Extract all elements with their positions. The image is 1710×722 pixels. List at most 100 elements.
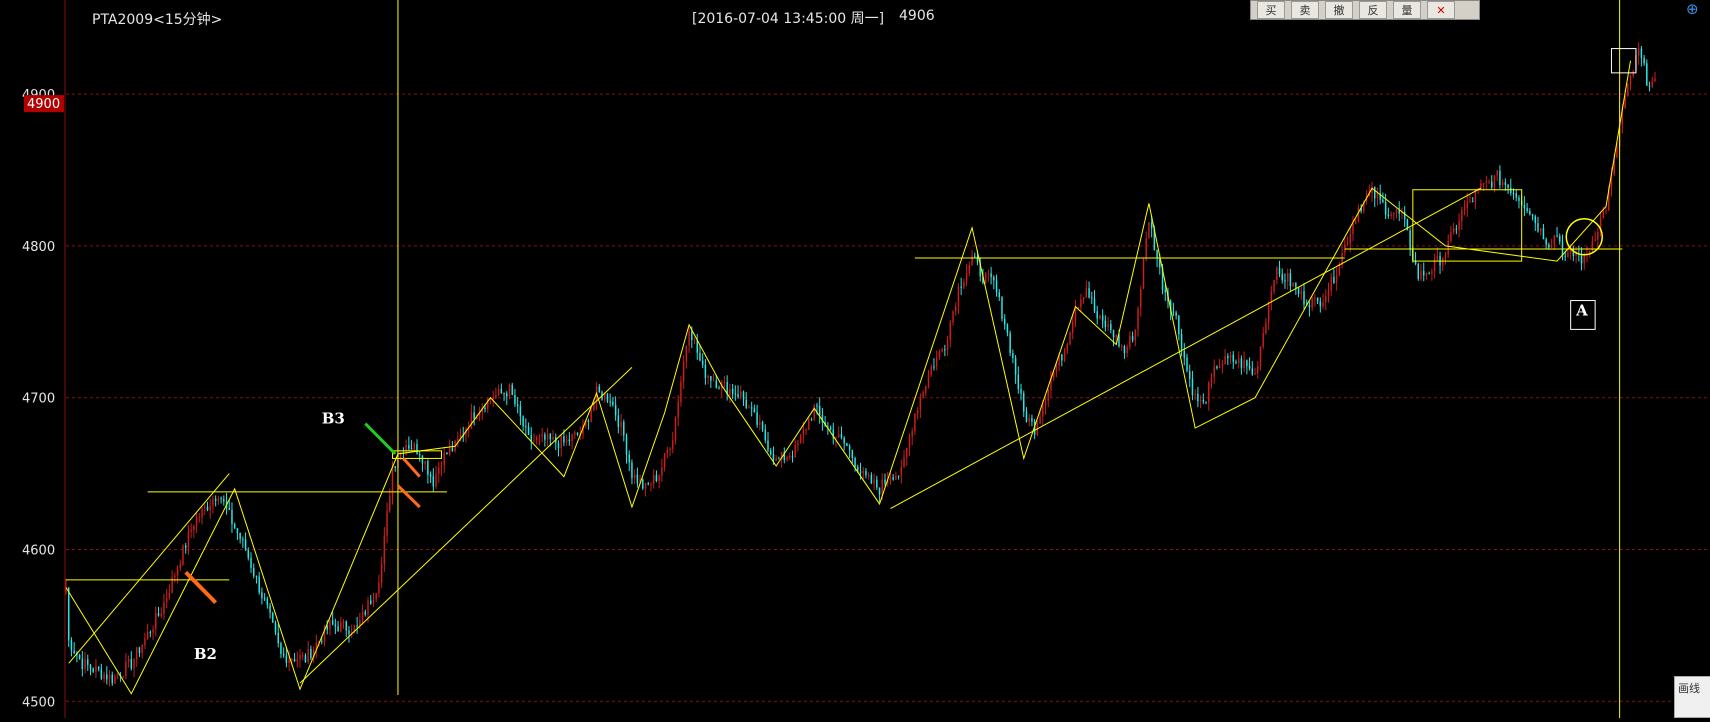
reverse-button[interactable]: 反 — [1359, 1, 1387, 19]
candle-up — [198, 516, 201, 518]
candle-down — [1009, 332, 1011, 354]
close-icon[interactable]: ✕ — [1427, 1, 1455, 19]
candle-down — [223, 499, 225, 502]
candle-up — [495, 394, 497, 399]
orange-arrow-b3-high — [402, 457, 421, 478]
candle-down — [220, 498, 222, 500]
candle-up — [565, 439, 568, 443]
candle-up — [1259, 346, 1262, 366]
candle-up — [889, 477, 892, 481]
candle-up — [1627, 83, 1629, 96]
candle-up — [193, 525, 195, 530]
candle-up — [748, 407, 750, 409]
candle-up — [1210, 376, 1213, 383]
candle-up — [729, 388, 731, 395]
annotation-box-3 — [1610, 48, 1637, 74]
candle-down — [418, 454, 421, 456]
candle-down — [1640, 48, 1643, 58]
candle-up — [552, 437, 554, 440]
candle-up — [217, 498, 220, 501]
candle-down — [184, 545, 187, 548]
candle-up — [1395, 210, 1398, 213]
candle-down — [92, 668, 94, 672]
candle-down — [557, 442, 560, 449]
zoom-icon[interactable]: ⊕ — [1686, 0, 1699, 18]
draw-line-panel[interactable]: 画线 — [1674, 676, 1710, 718]
candle-down — [326, 626, 328, 630]
candle-up — [1450, 232, 1452, 241]
candle-down — [846, 443, 848, 446]
candle-up — [925, 386, 927, 393]
candle-up — [1099, 315, 1101, 319]
candle-down — [1131, 335, 1134, 341]
candle-up — [1221, 364, 1224, 367]
candle-up — [1461, 209, 1463, 222]
candle-up — [457, 438, 459, 441]
cancel-order-button[interactable]: 撤 — [1325, 1, 1353, 19]
candle-up — [914, 413, 916, 432]
candle-up — [1314, 297, 1316, 299]
candle-down — [764, 429, 767, 441]
candle-down — [527, 426, 530, 435]
candle-up — [1480, 183, 1482, 189]
candle-down — [304, 655, 307, 662]
candle-up — [361, 611, 364, 621]
candle-down — [731, 388, 734, 394]
candle-down — [1398, 210, 1400, 214]
candle-down — [1515, 193, 1517, 198]
candle-up — [1602, 211, 1605, 219]
candlestick-chart[interactable]: 450046004700480049004900B2B3A — [0, 0, 1710, 718]
candle-down — [1088, 288, 1090, 298]
candle-down — [1278, 267, 1281, 274]
volume-button[interactable]: 量 — [1393, 1, 1421, 19]
candle-up — [1629, 75, 1632, 84]
candle-up — [895, 475, 897, 480]
candle-up — [1425, 273, 1428, 276]
candle-down — [252, 567, 255, 576]
candle-up — [127, 659, 130, 662]
candle-up — [375, 593, 377, 600]
candle-down — [78, 655, 81, 659]
candle-down — [1471, 201, 1474, 203]
chart-stage[interactable]: 450046004700480049004900B2B3A — [0, 0, 1710, 718]
candle-down — [851, 449, 854, 458]
candle-up — [1352, 223, 1354, 235]
candle-up — [1354, 221, 1357, 224]
candle-up — [108, 674, 111, 680]
candle-down — [269, 605, 271, 613]
candle-down — [884, 479, 886, 484]
candle-down — [70, 639, 73, 651]
sell-button[interactable]: 卖 — [1291, 1, 1319, 19]
candle-down — [239, 532, 241, 540]
candle-up — [658, 475, 660, 482]
candle-down — [1205, 401, 1207, 403]
candle-down — [1548, 244, 1550, 248]
candle-up — [144, 638, 146, 646]
candle-up — [916, 409, 919, 414]
candle-up — [1262, 332, 1264, 347]
candle-up — [799, 434, 802, 444]
candle-up — [805, 429, 807, 431]
candle-down — [753, 408, 756, 413]
candle-down — [130, 659, 133, 669]
candle-down — [1031, 417, 1033, 422]
candle-down — [878, 487, 881, 495]
candle-down — [258, 576, 260, 593]
candle-down — [598, 386, 601, 392]
candle-up — [1276, 267, 1278, 281]
candle-down — [1333, 277, 1335, 283]
candle-down — [451, 447, 454, 451]
candle-up — [693, 339, 696, 341]
candle-up — [508, 384, 511, 397]
candle-down — [612, 401, 614, 405]
candle-down — [1295, 282, 1297, 288]
candle-up — [380, 564, 383, 583]
candle-down — [990, 273, 992, 278]
candle-down — [1529, 210, 1531, 215]
candle-up — [1338, 264, 1341, 276]
candle-up — [116, 674, 119, 676]
candle-up — [1055, 366, 1058, 372]
candle-up — [666, 449, 669, 454]
candle-up — [952, 311, 954, 323]
buy-button[interactable]: 买 — [1257, 1, 1285, 19]
